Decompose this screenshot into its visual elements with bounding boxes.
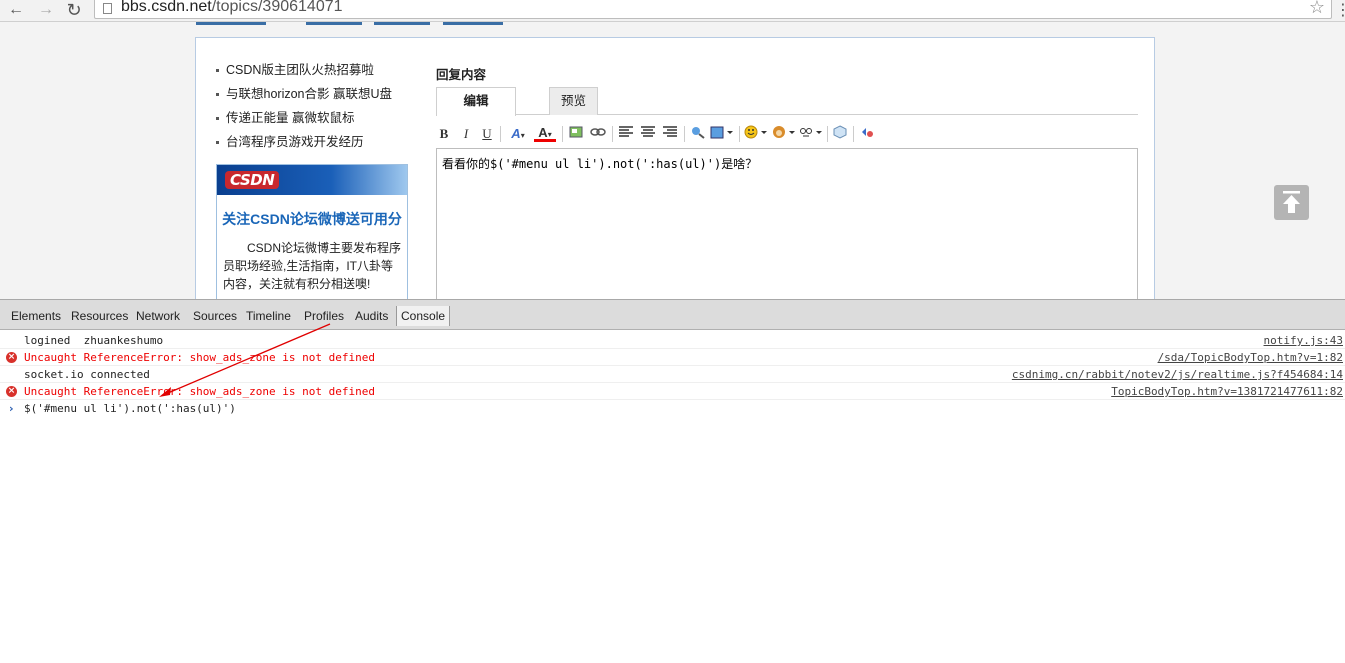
side-link[interactable]: CSDN版主团队火热招募啦 bbox=[216, 58, 411, 82]
reply-area: 回复内容 编辑 预览 B I U A▾ A▾ 看看你的$('#menu ul l… bbox=[436, 64, 1138, 299]
editor-toolbar: B I U A▾ A▾ bbox=[436, 123, 1138, 147]
code-icon[interactable] bbox=[690, 125, 706, 143]
log-message: socket.io connected bbox=[24, 368, 150, 381]
devtools-tab-profiles[interactable]: Profiles bbox=[304, 307, 344, 325]
image-icon[interactable] bbox=[569, 125, 583, 143]
devtools-tab-timeline[interactable]: Timeline bbox=[246, 307, 291, 325]
side-link[interactable]: 台湾程序员游戏开发经历 bbox=[216, 130, 411, 154]
log-message: Uncaught ReferenceError: show_ads_zone i… bbox=[24, 351, 375, 364]
font-color-icon: A bbox=[538, 125, 548, 140]
editor-text[interactable]: 看看你的$('#menu ul li').not(':has(ul)')是啥？ bbox=[437, 149, 1137, 178]
back-to-top-button[interactable] bbox=[1274, 185, 1309, 220]
star-icon[interactable]: ☆ bbox=[1309, 0, 1325, 18]
url-host: bbs.csdn.net bbox=[121, 0, 212, 15]
log-source-link[interactable]: notify.js:43 bbox=[1264, 332, 1343, 349]
toolbar-separator bbox=[684, 126, 685, 142]
console-log-row: socket.io connected csdnimg.cn/rabbit/no… bbox=[0, 366, 1345, 383]
side-link[interactable]: 与联想horizon合影 赢联想U盘 bbox=[216, 82, 411, 106]
toolbar-separator bbox=[612, 126, 613, 142]
devtools-tab-audits[interactable]: Audits bbox=[355, 307, 388, 325]
console-input[interactable]: $('#menu ul li').not(':has(ul)') bbox=[24, 400, 236, 417]
tab-preview[interactable]: 预览 bbox=[549, 87, 598, 115]
face-emoji-icon[interactable] bbox=[799, 125, 823, 143]
log-source-link[interactable]: /sda/TopicBodyTop.htm?v=1:82 bbox=[1158, 349, 1343, 366]
align-right-icon[interactable] bbox=[662, 125, 678, 143]
page-viewport: CSDN版主团队火热招募啦 与联想horizon合影 赢联想U盘 传递正能量 赢… bbox=[0, 22, 1345, 299]
devtools-tab-network[interactable]: Network bbox=[136, 307, 180, 325]
promo-banner: CSDN bbox=[217, 165, 407, 195]
prompt-chevron-icon: › bbox=[9, 402, 14, 415]
log-message: Uncaught ReferenceError: show_ads_zone i… bbox=[24, 385, 375, 398]
align-center-icon[interactable] bbox=[640, 125, 656, 143]
back-arrow-icon[interactable]: ← bbox=[6, 1, 26, 19]
csdn-logo: CSDN bbox=[225, 171, 280, 189]
url-path: /topics/390614071 bbox=[211, 0, 343, 15]
console-error-row: × Uncaught ReferenceError: show_ads_zone… bbox=[0, 349, 1345, 366]
menu-icon[interactable]: ⋮ bbox=[1335, 0, 1345, 20]
console-error-row: × Uncaught ReferenceError: show_ads_zone… bbox=[0, 383, 1345, 400]
content-panel: CSDN版主团队火热招募啦 与联想horizon合影 赢联想U盘 传递正能量 赢… bbox=[195, 37, 1155, 299]
toolbar-separator bbox=[739, 126, 740, 142]
align-left-icon[interactable] bbox=[618, 125, 634, 143]
forward-arrow-icon[interactable]: → bbox=[36, 1, 56, 19]
reply-title: 回复内容 bbox=[436, 68, 487, 82]
monkey-emoji-icon[interactable] bbox=[772, 125, 796, 143]
arrow-up-icon bbox=[1283, 191, 1300, 213]
font-style-icon: A bbox=[511, 126, 521, 141]
reload-icon[interactable]: ↻ bbox=[64, 1, 84, 19]
url-text[interactable]: bbs.csdn.net/topics/390614071 bbox=[121, 0, 343, 16]
link-icon[interactable] bbox=[590, 125, 606, 143]
page-icon bbox=[103, 3, 112, 14]
nav-strip bbox=[443, 22, 503, 25]
tab-edit[interactable]: 编辑 bbox=[436, 87, 516, 116]
italic-button[interactable]: I bbox=[460, 125, 472, 143]
console-log: logined zhuankeshumo notify.js:43 × Unca… bbox=[0, 330, 1345, 663]
underline-button[interactable]: U bbox=[481, 125, 493, 143]
side-link[interactable]: 传递正能量 赢微软鼠标 bbox=[216, 106, 411, 130]
devtools-tab-console[interactable]: Console bbox=[396, 306, 451, 326]
toolbar-separator bbox=[827, 126, 828, 142]
promo-body: CSDN论坛微博主要发布程序员职场经验,生活指南，IT八卦等内容，关注就有积分相… bbox=[223, 241, 402, 291]
toolbar-separator bbox=[562, 126, 563, 142]
toolbar-separator bbox=[853, 126, 854, 142]
log-source-link[interactable]: TopicBodyTop.htm?v=1381721477611:82 bbox=[1111, 383, 1343, 400]
toolbar-separator bbox=[500, 126, 501, 142]
editor-tabs: 编辑 预览 bbox=[436, 87, 1138, 116]
promo-title[interactable]: 关注CSDN论坛微博送可用分 bbox=[217, 209, 407, 229]
devtools-tab-sources[interactable]: Sources bbox=[193, 307, 237, 325]
console-prompt[interactable]: › $('#menu ul li').not(':has(ul)') bbox=[0, 400, 1345, 417]
console-log-row: logined zhuankeshumo notify.js:43 bbox=[0, 332, 1345, 349]
reply-editor[interactable]: 看看你的$('#menu ul li').not(':has(ul)')是啥？ bbox=[436, 148, 1138, 299]
nav-strip bbox=[306, 22, 362, 25]
log-message: logined zhuankeshumo bbox=[24, 334, 164, 347]
log-source-link[interactable]: csdnimg.cn/rabbit/notev2/js/realtime.js?… bbox=[1012, 366, 1343, 383]
cube-icon[interactable] bbox=[832, 125, 848, 143]
font-style-button[interactable]: A▾ bbox=[508, 125, 528, 143]
nav-strip bbox=[374, 22, 430, 25]
devtools-tabbar: Elements Resources Network Sources Timel… bbox=[0, 299, 1345, 330]
insert-code-icon[interactable] bbox=[710, 125, 734, 143]
address-bar[interactable]: bbs.csdn.net/topics/390614071 ☆ bbox=[94, 0, 1332, 19]
source-icon[interactable] bbox=[859, 125, 875, 143]
bold-button[interactable]: B bbox=[438, 125, 450, 143]
side-link-list: CSDN版主团队火热招募啦 与联想horizon合影 赢联想U盘 传递正能量 赢… bbox=[216, 58, 411, 154]
devtools-panel: Elements Resources Network Sources Timel… bbox=[0, 299, 1345, 663]
emoji-icon[interactable] bbox=[744, 125, 768, 143]
nav-strip bbox=[196, 22, 266, 25]
error-icon: × bbox=[6, 352, 17, 363]
font-color-button[interactable]: A▾ bbox=[534, 125, 556, 142]
weibo-promo[interactable]: CSDN 关注CSDN论坛微博送可用分 CSDN论坛微博主要发布程序员职场经验,… bbox=[216, 164, 408, 299]
devtools-tab-resources[interactable]: Resources bbox=[71, 307, 128, 325]
devtools-tab-elements[interactable]: Elements bbox=[11, 307, 61, 325]
error-icon: × bbox=[6, 386, 17, 397]
browser-toolbar: ← → ↻ bbs.csdn.net/topics/390614071 ☆ ⋮ bbox=[0, 0, 1345, 22]
